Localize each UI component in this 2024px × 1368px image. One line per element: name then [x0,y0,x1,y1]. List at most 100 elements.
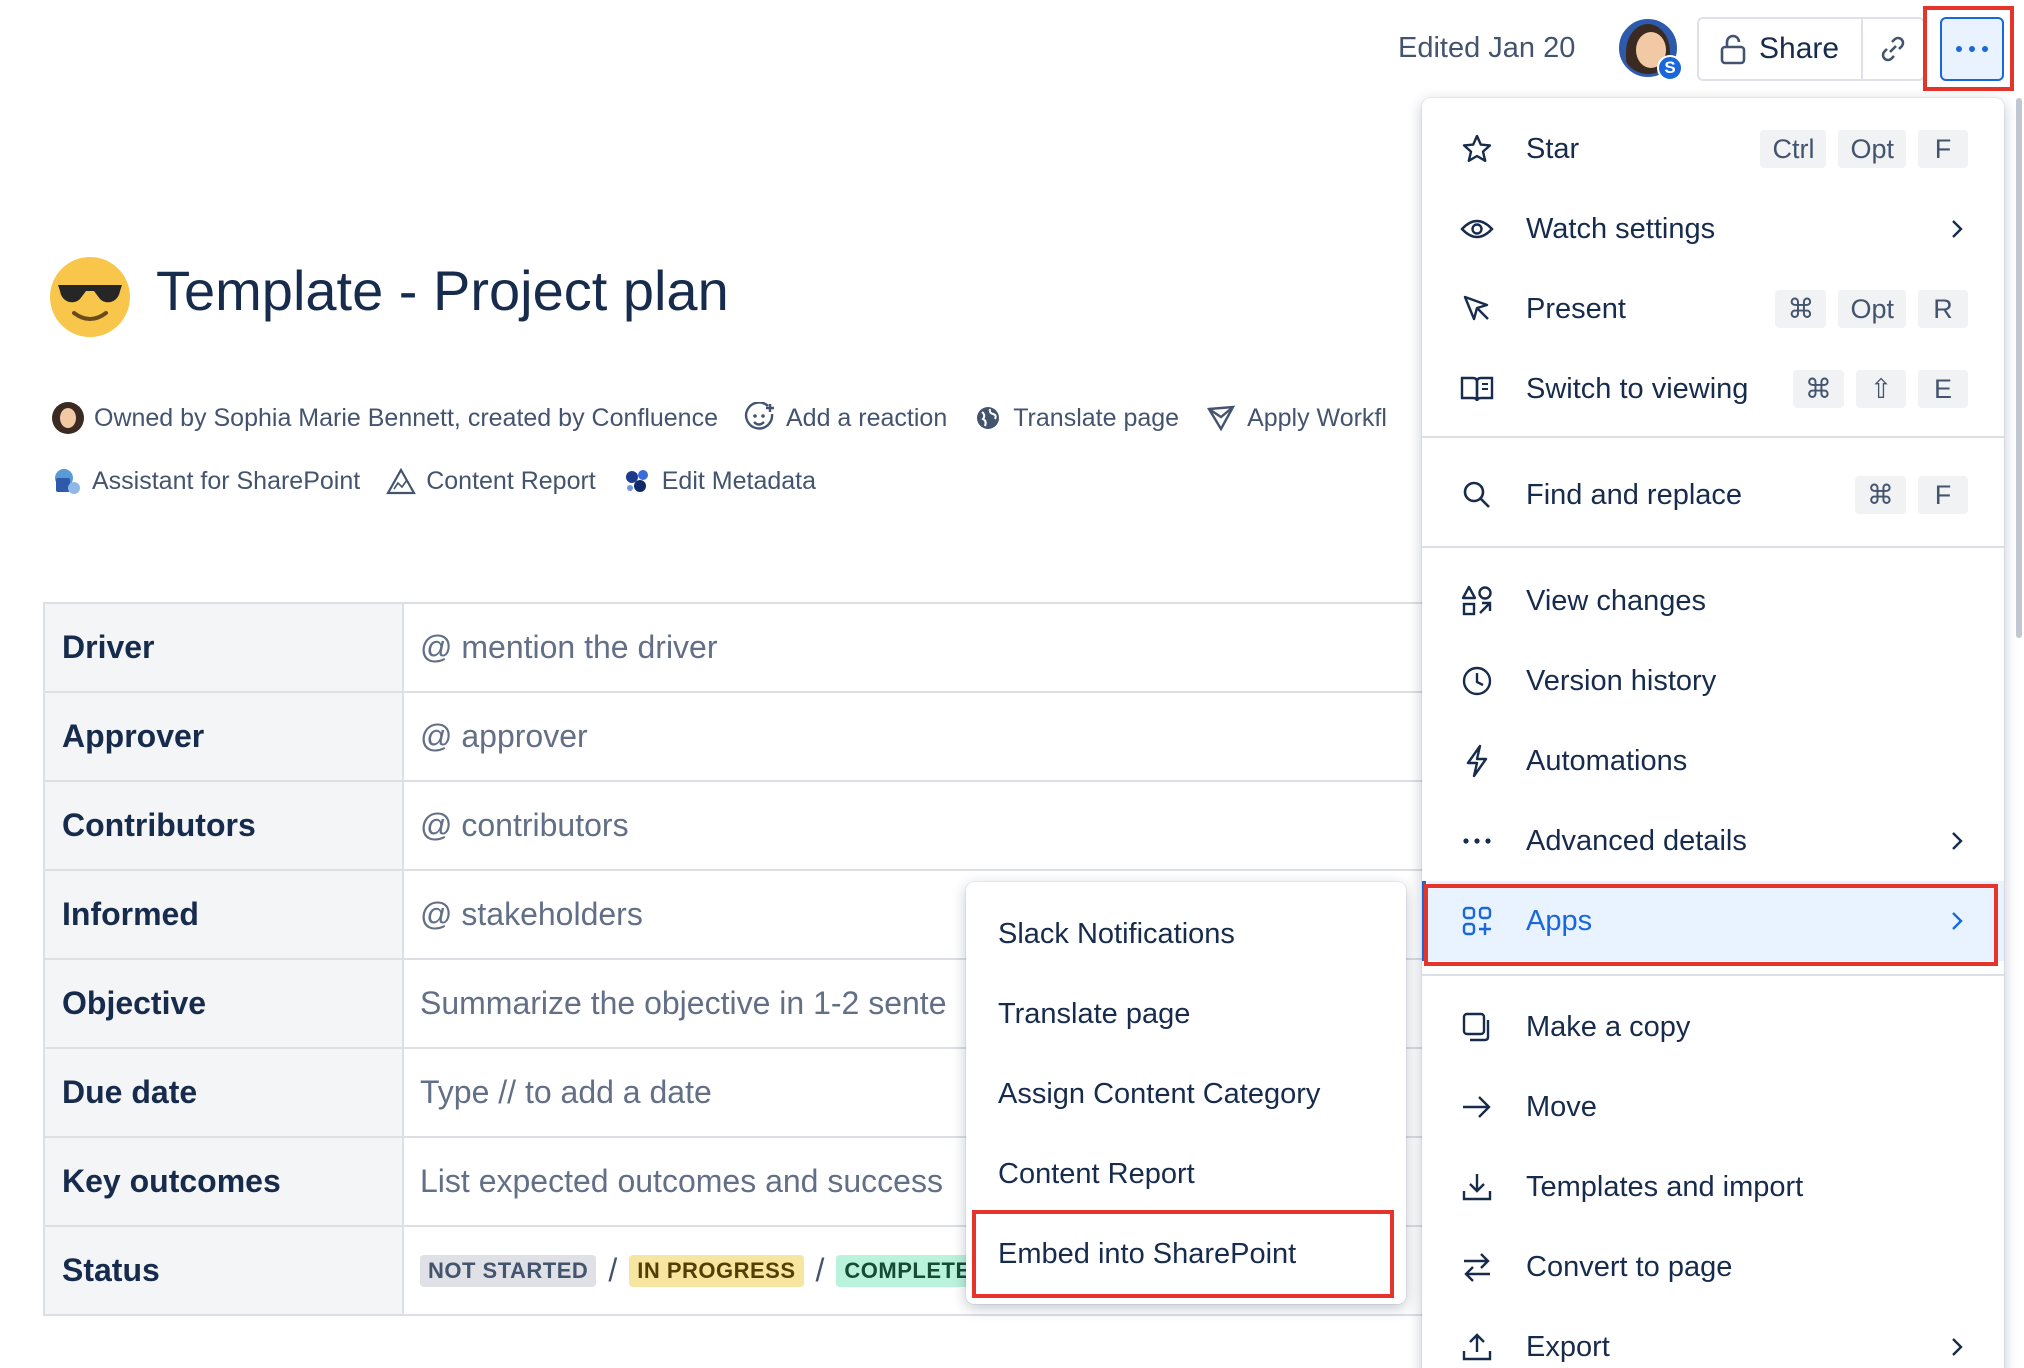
menu-divider [1422,436,2004,438]
copy-link-button[interactable] [1863,19,1923,79]
avatar-badge: S [1657,55,1683,81]
menu-item-find-and-replace[interactable]: Find and replace ⌘ F [1422,455,2004,535]
owner-label: Owned by Sophia Marie Bennett, created b… [94,403,718,432]
submenu-item-content-report[interactable]: Content Report [966,1134,1406,1214]
edit-metadata-link[interactable]: Edit Metadata [622,466,816,496]
table-key-cell[interactable]: Informed [45,871,404,958]
clock-icon [1460,664,1494,698]
star-icon [1460,132,1494,166]
share-label: Share [1759,32,1840,65]
status-separator: / [608,1252,618,1288]
share-button[interactable]: Share [1699,19,1864,79]
shortcut-key: R [1918,290,1968,328]
add-reaction-button[interactable]: Add a reaction [744,402,947,434]
page-title[interactable]: Template - Project plan [156,258,729,323]
copy-icon [1460,1010,1494,1044]
chevron-right-icon [1950,830,1964,852]
menu-item-label: Star [1526,132,1580,165]
add-reaction-label: Add a reaction [786,403,948,432]
add-reaction-icon [744,402,776,434]
shortcut-key: ⌘ [1775,290,1827,328]
assistant-sharepoint-link[interactable]: Assistant for SharePoint [52,466,360,496]
menu-item-move[interactable]: Move [1422,1067,2004,1147]
menu-item-label: Find and replace [1526,478,1743,511]
menu-item-label: Move [1526,1090,1597,1123]
submenu-item-translate-page[interactable]: Translate page [966,974,1406,1054]
menu-item-automations[interactable]: Automations [1422,721,2004,801]
submenu-item-assign-content-category[interactable]: Assign Content Category [966,1054,1406,1134]
menu-item-advanced-details[interactable]: Advanced details [1422,801,2004,881]
shortcut-key: Opt [1838,290,1906,328]
content-report-link[interactable]: Content Report [386,467,596,496]
shortcut-key: E [1918,370,1968,408]
edit-metadata-label: Edit Metadata [661,466,817,495]
menu-item-label: Automations [1526,744,1688,777]
menu-item-present[interactable]: Present ⌘ Opt R [1422,269,2004,349]
status-not-started[interactable]: NOT STARTED [420,1254,597,1287]
translate-page-label: Translate page [1013,403,1180,432]
menu-item-switch-to-viewing[interactable]: Switch to viewing ⌘ ⇧ E [1422,349,2004,429]
more-actions-menu: Star Ctrl Opt F Watch settings Present ⌘… [1422,98,2004,1368]
menu-item-templates-and-import[interactable]: Templates and import [1422,1147,2004,1227]
menu-item-star[interactable]: Star Ctrl Opt F [1422,109,2004,189]
lightning-icon [1460,744,1494,778]
status-complete[interactable]: COMPLETE [836,1254,979,1287]
table-key-cell[interactable]: Approver [45,693,404,780]
assistant-sharepoint-label: Assistant for SharePoint [92,466,361,495]
apply-workflow-link[interactable]: Apply Workfl [1205,403,1387,433]
menu-item-view-changes[interactable]: View changes [1422,561,2004,641]
chevron-right-icon [1950,218,1964,240]
menu-item-label: Version history [1526,664,1717,697]
table-key-cell[interactable]: Driver [45,604,404,691]
upload-icon [1460,1330,1494,1364]
shortcut-key: Opt [1838,130,1906,168]
keyboard-shortcut: ⌘ F [1855,476,1968,514]
table-key-cell[interactable]: Objective [45,960,404,1047]
chevron-right-icon [1950,1336,1964,1358]
table-row: Approver @ approver [45,693,1473,782]
keyboard-shortcut: ⌘ Opt R [1775,290,1968,328]
apps-highlight [1424,884,1998,966]
apply-workflow-label: Apply Workfl [1247,403,1387,432]
table-value-cell[interactable]: @ contributors [404,782,1473,869]
owner-mini-avatar [52,402,84,434]
menu-item-label: Present [1526,292,1626,325]
keyboard-shortcut: Ctrl Opt F [1760,130,1968,168]
embed-highlight [972,1210,1394,1298]
edited-timestamp: Edited Jan 20 [1398,32,1576,64]
owner-info[interactable]: Owned by Sophia Marie Bennett, created b… [52,402,718,434]
translate-page-link[interactable]: Translate page [973,403,1179,433]
scrollbar[interactable] [2016,98,2022,638]
menu-item-label: Make a copy [1526,1010,1691,1043]
menu-item-convert-to-page[interactable]: Convert to page [1422,1227,2004,1307]
table-key-cell[interactable]: Contributors [45,782,404,869]
sunglasses-emoji-icon[interactable] [48,255,132,339]
submenu-item-slack-notifications[interactable]: Slack Notifications [966,894,1406,974]
shortcut-key: Ctrl [1760,130,1827,168]
status-in-progress[interactable]: IN PROGRESS [629,1254,804,1287]
table-row: Contributors @ contributors [45,782,1473,871]
table-row: Driver @ mention the driver [45,604,1473,693]
shortcut-key: ⇧ [1856,370,1906,408]
book-icon [1460,372,1494,406]
table-key-cell[interactable]: Status [45,1227,404,1314]
share-button-group: Share [1697,17,1926,81]
status-lozenges: NOT STARTED / IN PROGRESS / COMPLETE [420,1252,979,1289]
menu-item-label: Templates and import [1526,1170,1804,1203]
keyboard-shortcut: ⌘ ⇧ E [1793,370,1968,408]
table-value-cell[interactable]: @ mention the driver [404,604,1473,691]
table-value-cell[interactable]: @ approver [404,693,1473,780]
menu-item-make-a-copy[interactable]: Make a copy [1422,987,2004,1067]
menu-item-watch-settings[interactable]: Watch settings [1422,189,2004,269]
menu-item-label: Switch to viewing [1526,372,1749,405]
table-key-cell[interactable]: Key outcomes [45,1138,404,1225]
owner-avatar[interactable]: S [1619,19,1683,81]
table-key-cell[interactable]: Due date [45,1049,404,1136]
swap-icon [1460,1250,1494,1284]
page-apps-row: Assistant for SharePoint Content Report … [52,466,842,496]
globe-icon [973,403,1003,433]
status-separator: / [815,1252,825,1288]
menu-item-version-history[interactable]: Version history [1422,641,2004,721]
ellipsis-icon [1460,824,1494,858]
menu-item-export[interactable]: Export [1422,1307,2004,1368]
